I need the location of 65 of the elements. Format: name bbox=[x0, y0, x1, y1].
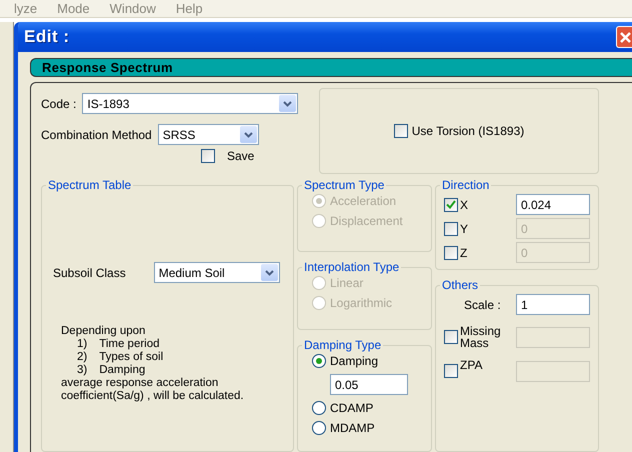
radio-label: Logarithmic bbox=[330, 296, 392, 310]
value-input[interactable] bbox=[516, 360, 590, 382]
note-text: average response acceleration bbox=[61, 377, 220, 390]
close-icon bbox=[619, 31, 631, 43]
chevron-down-icon bbox=[283, 100, 292, 106]
group-title: Spectrum Type bbox=[303, 178, 386, 192]
list-number: 1) bbox=[77, 338, 88, 351]
radio-button[interactable] bbox=[312, 354, 326, 368]
group-title: Others bbox=[441, 278, 480, 292]
value-input[interactable] bbox=[516, 326, 590, 348]
group-title: Spectrum Table bbox=[47, 178, 132, 192]
radio-label: Damping bbox=[330, 354, 378, 368]
checkbox-label: ZPA bbox=[460, 359, 484, 374]
checkbox-label: Use Torsion (IS1893) bbox=[412, 124, 524, 138]
radio-label: Acceleration bbox=[330, 194, 396, 208]
group-title: Direction bbox=[441, 178, 490, 192]
radio-label: CDAMP bbox=[330, 401, 374, 415]
list-number: 3) bbox=[77, 364, 88, 377]
checkbox-label: Save bbox=[227, 149, 254, 163]
combination-method-dropdown[interactable]: SRSS bbox=[158, 124, 259, 145]
field-label: Scale : bbox=[464, 298, 501, 312]
field-label: Subsoil Class bbox=[53, 266, 126, 280]
checkbox-label: Missing Mass bbox=[460, 325, 502, 349]
checkbox[interactable] bbox=[444, 246, 458, 260]
checkbox[interactable] bbox=[444, 364, 458, 378]
field-label: Combination Method bbox=[41, 128, 152, 142]
damping-input[interactable]: 0.05 bbox=[330, 374, 408, 395]
field-label: Code : bbox=[41, 96, 76, 110]
radio-button[interactable] bbox=[312, 421, 326, 435]
checkbox-label: X bbox=[460, 198, 468, 212]
subsoil-class-dropdown[interactable]: Medium Soil bbox=[154, 262, 280, 283]
dropdown-value: Medium Soil bbox=[158, 266, 225, 280]
direction-input[interactable]: 0.024 bbox=[516, 194, 590, 215]
checkbox[interactable] bbox=[394, 124, 408, 138]
scale-input[interactable]: 1 bbox=[516, 294, 590, 315]
radio-button[interactable] bbox=[312, 401, 326, 415]
checkbox[interactable] bbox=[444, 198, 458, 212]
checkbox[interactable] bbox=[201, 149, 215, 163]
note-text: Types of soil bbox=[99, 351, 164, 364]
checkbox[interactable] bbox=[444, 330, 458, 344]
dropdown-value: IS-1893 bbox=[87, 96, 130, 110]
checkbox[interactable] bbox=[444, 222, 458, 236]
code-dropdown[interactable]: IS-1893 bbox=[82, 93, 298, 114]
radio-label: Linear bbox=[330, 276, 364, 290]
window-title: Edit : bbox=[24, 27, 70, 47]
note-text: Damping bbox=[99, 364, 146, 377]
dropdown-arrow-button[interactable] bbox=[240, 126, 257, 143]
chevron-down-icon bbox=[264, 270, 274, 276]
note-text: Depending upon bbox=[61, 325, 146, 338]
chevron-down-icon bbox=[244, 132, 253, 138]
checkmark-icon bbox=[446, 200, 456, 209]
radio-label: MDAMP bbox=[330, 421, 375, 435]
checkbox-label: Y bbox=[460, 222, 468, 236]
list-number: 2) bbox=[77, 351, 88, 364]
dropdown-arrow-button[interactable] bbox=[279, 95, 296, 112]
note-text: coefficient(Sa/g) , will be calculated. bbox=[61, 390, 245, 403]
checkbox-label: Z bbox=[460, 246, 468, 260]
group-title: Damping Type bbox=[303, 338, 382, 352]
note-text: Time period bbox=[99, 338, 160, 351]
radio-label: Displacement bbox=[330, 214, 403, 228]
group-title: Interpolation Type bbox=[303, 260, 400, 274]
dropdown-arrow-button[interactable] bbox=[260, 264, 278, 281]
section-header: Response Spectrum bbox=[30, 58, 632, 77]
dropdown-value: SRSS bbox=[162, 128, 196, 142]
close-button[interactable] bbox=[616, 26, 632, 48]
